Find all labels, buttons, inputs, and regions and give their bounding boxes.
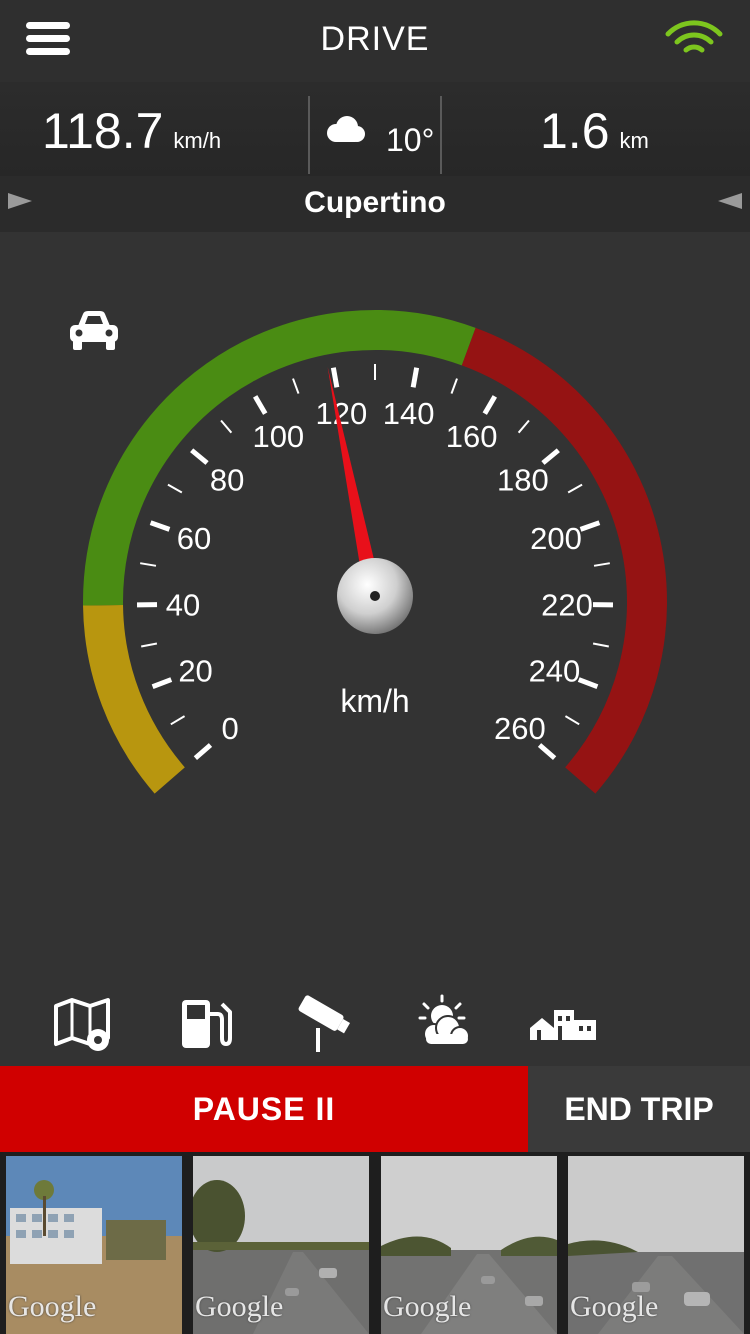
street-view-thumbnail[interactable]: Google [568,1156,744,1334]
gauge-major-tick [537,743,557,761]
speed-value: 118.7 [42,103,164,159]
gauge-minor-tick [567,483,583,494]
location-bar: Cupertino [0,176,750,232]
gauge-tick-label: 180 [497,463,549,498]
current-speed: 118.7 km/h [42,102,221,160]
google-watermark: Google [570,1290,659,1323]
gauge-minor-tick [593,562,610,567]
gauge-major-tick [193,743,213,761]
trip-distance: 1.6 km [540,102,649,160]
gauge-minor-tick [450,378,458,394]
gauge-major-tick [579,520,601,532]
gauge-major-tick [149,520,171,532]
gauge-minor-tick [292,378,300,394]
feature-toolbar [0,990,750,1060]
gauge-major-tick [190,448,209,465]
gauge-major-tick [541,448,560,465]
wifi-signal-icon[interactable] [664,18,724,58]
gauge-tick-label: 0 [221,711,238,746]
weather-sun-cloud-icon[interactable] [410,990,480,1056]
gauge-major-tick [330,367,340,388]
street-view-strip: Google Google Google Google [0,1152,750,1334]
gauge-tick-label: 60 [177,521,211,556]
speed-camera-icon[interactable] [290,990,360,1056]
divider [308,96,310,174]
location-name: Cupertino [304,186,446,219]
gauge-minor-tick [564,715,580,726]
gauge-tick-label: 40 [166,587,200,622]
street-view-thumbnail[interactable]: Google [193,1156,369,1334]
divider [440,96,442,174]
cloud-icon [327,116,365,142]
gauge-major-tick [577,677,599,690]
gauge-tick-label: 260 [494,711,546,746]
gauge-minor-tick [517,419,530,434]
gauge-tick-label: 160 [446,419,498,454]
page-title: DRIVE [320,20,430,58]
gauge-minor-tick [170,715,186,726]
speed-unit: km/h [173,128,222,153]
gauge-major-tick [151,677,173,690]
gauge-tick-label: 200 [530,521,582,556]
gauge-minor-tick [141,642,158,648]
distance-unit: km [619,128,649,153]
google-watermark: Google [383,1290,472,1323]
gauge-tick-label: 80 [210,463,244,498]
gauge-major-tick [253,395,268,415]
temperature: 10° [386,122,435,158]
google-watermark: Google [8,1290,97,1323]
map-pin-icon[interactable] [50,990,120,1056]
gauge-minor-tick [167,483,183,494]
gauge-major-tick [410,367,420,388]
gauge-unit-label: km/h [340,683,409,719]
gauge-minor-tick [220,419,233,434]
google-watermark: Google [195,1290,284,1323]
gauge-tick-label: 240 [529,653,581,688]
next-arrow-icon[interactable] [718,193,742,209]
gauge-tick-label: 220 [541,587,593,622]
pause-button[interactable]: PAUSE II [0,1066,528,1152]
distance-value: 1.6 [540,103,610,159]
gauge-tick-label: 100 [252,419,304,454]
needle-hub-center [370,591,380,601]
end-trip-button[interactable]: END TRIP [528,1066,750,1152]
street-view-thumbnail[interactable]: Google [381,1156,557,1334]
speedometer-gauge: 020406080100120 140160180200220240260 km/… [83,310,667,794]
gauge-tick-label: 140 [383,396,435,431]
gauge-minor-tick [140,562,157,567]
gauge-minor-tick [592,642,609,648]
trip-stats: 118.7 km/h 10° 1.6 km [0,82,750,176]
fuel-pump-icon[interactable] [172,990,242,1056]
gauge-zone-low [83,604,186,794]
buildings-icon[interactable] [528,990,598,1056]
top-bar: DRIVE [0,0,750,82]
street-view-thumbnail[interactable]: Google [6,1156,182,1334]
gauge-tick-label: 20 [178,653,212,688]
gauge-major-tick [482,395,497,415]
